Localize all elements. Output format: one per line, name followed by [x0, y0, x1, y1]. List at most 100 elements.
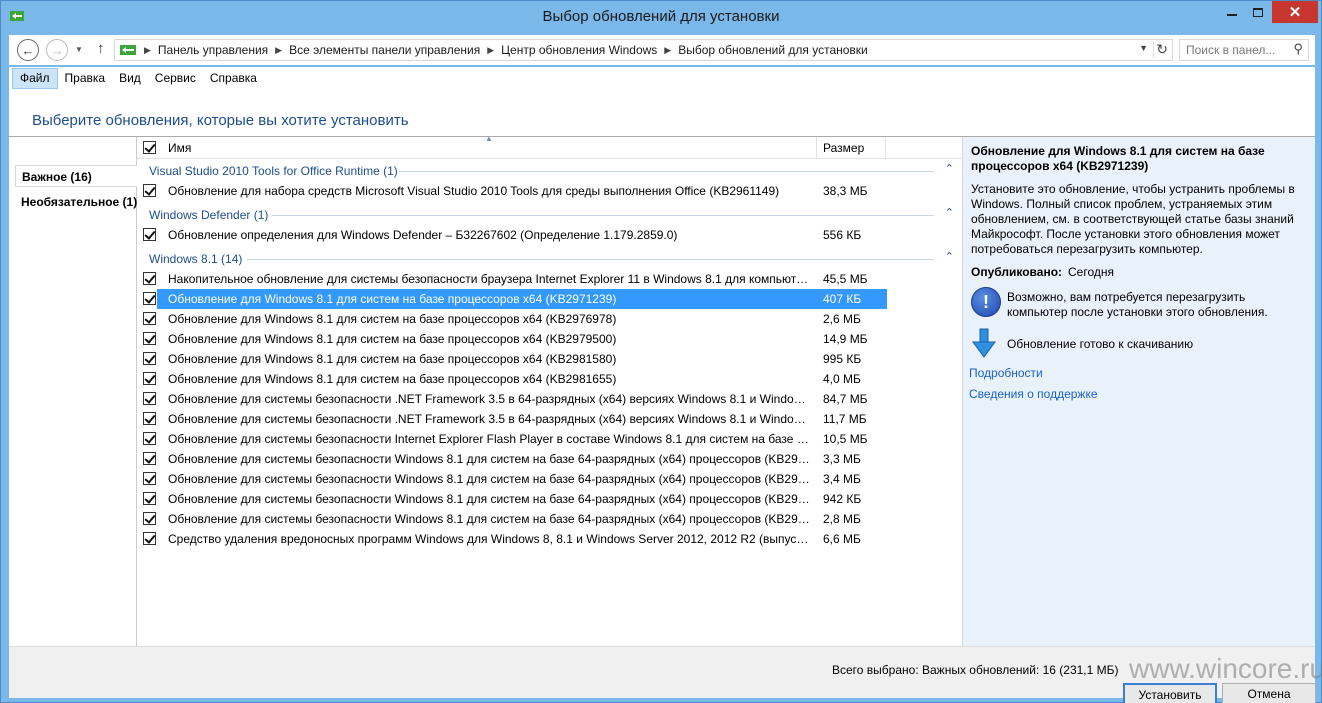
address-dropdown-icon[interactable]: ▼	[1139, 43, 1148, 53]
group-header[interactable]: Visual Studio 2010 Tools for Office Runt…	[137, 161, 962, 181]
update-size: 3,4 МБ	[823, 472, 861, 486]
search-placeholder: Поиск в панел...	[1186, 43, 1276, 57]
updates-list: Имя ▲ Размер Visual Studio 2010 Tools fo…	[137, 134, 962, 646]
table-row[interactable]: Обновление для Windows 8.1 для систем на…	[137, 289, 887, 309]
details-link[interactable]: Подробности	[969, 366, 1043, 380]
update-size: 942 КБ	[823, 492, 862, 506]
row-checkbox[interactable]	[143, 512, 156, 525]
watermark: www.wincore.ru	[1129, 653, 1322, 684]
forward-button[interactable]: →	[46, 39, 68, 61]
install-button[interactable]: Установить	[1123, 683, 1217, 703]
sort-ascending-icon: ▲	[485, 134, 493, 143]
category-important[interactable]: Важное (16)	[15, 165, 138, 187]
selection-total: Всего выбрано: Важных обновлений: 16 (23…	[832, 663, 1119, 677]
table-row[interactable]: Обновление для Windows 8.1 для систем на…	[137, 329, 887, 349]
category-pane: Важное (16) Необязательное (1)	[9, 137, 138, 646]
support-info-link[interactable]: Сведения о поддержке	[969, 387, 1098, 401]
table-row[interactable]: Обновление для Windows 8.1 для систем на…	[137, 349, 887, 369]
search-input[interactable]: Поиск в панел... ⚲	[1179, 39, 1309, 61]
update-size: 2,8 МБ	[823, 512, 861, 526]
update-name: Обновление для системы безопасности Wind…	[168, 472, 811, 486]
collapse-icon[interactable]: ⌃	[945, 162, 954, 175]
table-row[interactable]: Накопительное обновление для системы без…	[137, 269, 887, 289]
minimize-button[interactable]	[1219, 1, 1245, 23]
table-row[interactable]: Обновление для системы безопасности Inte…	[137, 429, 887, 449]
breadcrumb-item[interactable]: Панель управления	[158, 43, 268, 57]
menu-edit[interactable]: Правка	[58, 69, 113, 88]
back-button[interactable]: ←	[17, 39, 39, 61]
group-title: Visual Studio 2010 Tools for Office Runt…	[149, 164, 398, 178]
breadcrumb-item[interactable]: Все элементы панели управления	[289, 43, 480, 57]
chevron-right-icon[interactable]: ▶	[275, 45, 282, 56]
row-checkbox[interactable]	[143, 332, 156, 345]
maximize-button[interactable]	[1245, 1, 1271, 23]
row-checkbox[interactable]	[143, 392, 156, 405]
address-bar: ← → ▼ ↑ ▶ Панель управления ▶ Все элемен…	[9, 35, 1315, 65]
info-warning-icon: !	[971, 287, 1001, 317]
category-optional[interactable]: Необязательное (1)	[15, 191, 138, 213]
back-arrow-icon: ←	[21, 42, 35, 58]
update-size: 556 КБ	[823, 228, 862, 242]
collapse-icon[interactable]: ⌃	[945, 250, 954, 263]
table-row[interactable]: Обновление для системы безопасности Wind…	[137, 449, 887, 469]
table-row[interactable]: Обновление для системы безопасности Wind…	[137, 489, 887, 509]
breadcrumb-item[interactable]: Центр обновления Windows	[501, 43, 657, 57]
minimize-icon	[1227, 14, 1237, 16]
group-header[interactable]: Windows Defender (1) ⌃	[137, 205, 962, 225]
column-name[interactable]: Имя	[168, 141, 191, 155]
up-button[interactable]: ↑	[97, 40, 105, 57]
select-all-checkbox[interactable]	[143, 141, 156, 154]
table-row[interactable]: Обновление для системы безопасности Wind…	[137, 469, 887, 489]
update-size: 4,0 МБ	[823, 372, 861, 386]
update-name: Обновление определения для Windows Defen…	[168, 228, 678, 242]
menu-file[interactable]: Файл	[12, 68, 58, 89]
update-size: 38,3 МБ	[823, 184, 868, 198]
menu-tools[interactable]: Сервис	[148, 69, 203, 88]
row-checkbox[interactable]	[143, 432, 156, 445]
breadcrumb[interactable]: ▶ Панель управления ▶ Все элементы панел…	[114, 39, 1173, 61]
row-checkbox[interactable]	[143, 352, 156, 365]
group-header[interactable]: Windows 8.1 (14) ⌃	[137, 249, 962, 269]
menu-view[interactable]: Вид	[112, 69, 148, 88]
update-name: Обновление для системы безопасности .NET…	[168, 412, 811, 426]
table-row[interactable]: Обновление для системы безопасности .NET…	[137, 389, 887, 409]
table-row[interactable]: Обновление для набора средств Microsoft …	[137, 181, 887, 201]
update-size: 45,5 МБ	[823, 272, 868, 286]
table-row[interactable]: Обновление для Windows 8.1 для систем на…	[137, 369, 887, 389]
table-row[interactable]: Обновление для системы безопасности Wind…	[137, 509, 887, 529]
row-checkbox[interactable]	[143, 292, 156, 305]
menu-help[interactable]: Справка	[203, 69, 264, 88]
refresh-icon[interactable]: ↻	[1156, 41, 1168, 58]
cancel-button[interactable]: Отмена	[1222, 683, 1316, 703]
chevron-right-icon[interactable]: ▶	[487, 45, 494, 56]
table-row[interactable]: Обновление для системы безопасности .NET…	[137, 409, 887, 429]
row-checkbox[interactable]	[143, 184, 156, 197]
update-name: Обновление для системы безопасности Inte…	[168, 432, 811, 446]
row-checkbox[interactable]	[143, 272, 156, 285]
column-size[interactable]: Размер	[816, 137, 886, 159]
row-checkbox[interactable]	[143, 228, 156, 241]
divider	[1153, 42, 1154, 58]
row-checkbox[interactable]	[143, 492, 156, 505]
collapse-icon[interactable]: ⌃	[945, 206, 954, 219]
update-size: 14,9 МБ	[823, 332, 868, 346]
chevron-right-icon[interactable]: ▶	[144, 45, 151, 56]
table-row[interactable]: Средство удаления вредоносных программ W…	[137, 529, 887, 549]
update-name: Обновление для Windows 8.1 для систем на…	[168, 372, 617, 386]
row-checkbox[interactable]	[143, 412, 156, 425]
table-row[interactable]: Обновление для Windows 8.1 для систем на…	[137, 309, 887, 329]
group-divider	[247, 259, 934, 260]
row-checkbox[interactable]	[143, 312, 156, 325]
recent-locations-dropdown[interactable]: ▼	[75, 45, 83, 54]
row-checkbox[interactable]	[143, 532, 156, 545]
chevron-right-icon[interactable]: ▶	[664, 45, 671, 56]
update-name: Обновление для Windows 8.1 для систем на…	[168, 352, 617, 366]
breadcrumb-item[interactable]: Выбор обновлений для установки	[678, 43, 868, 57]
row-checkbox[interactable]	[143, 372, 156, 385]
title-bar: Выбор обновлений для установки ✕	[1, 1, 1321, 33]
row-checkbox[interactable]	[143, 452, 156, 465]
table-row[interactable]: Обновление определения для Windows Defen…	[137, 225, 887, 245]
search-icon[interactable]: ⚲	[1293, 41, 1303, 57]
row-checkbox[interactable]	[143, 472, 156, 485]
close-button[interactable]: ✕	[1272, 1, 1318, 23]
